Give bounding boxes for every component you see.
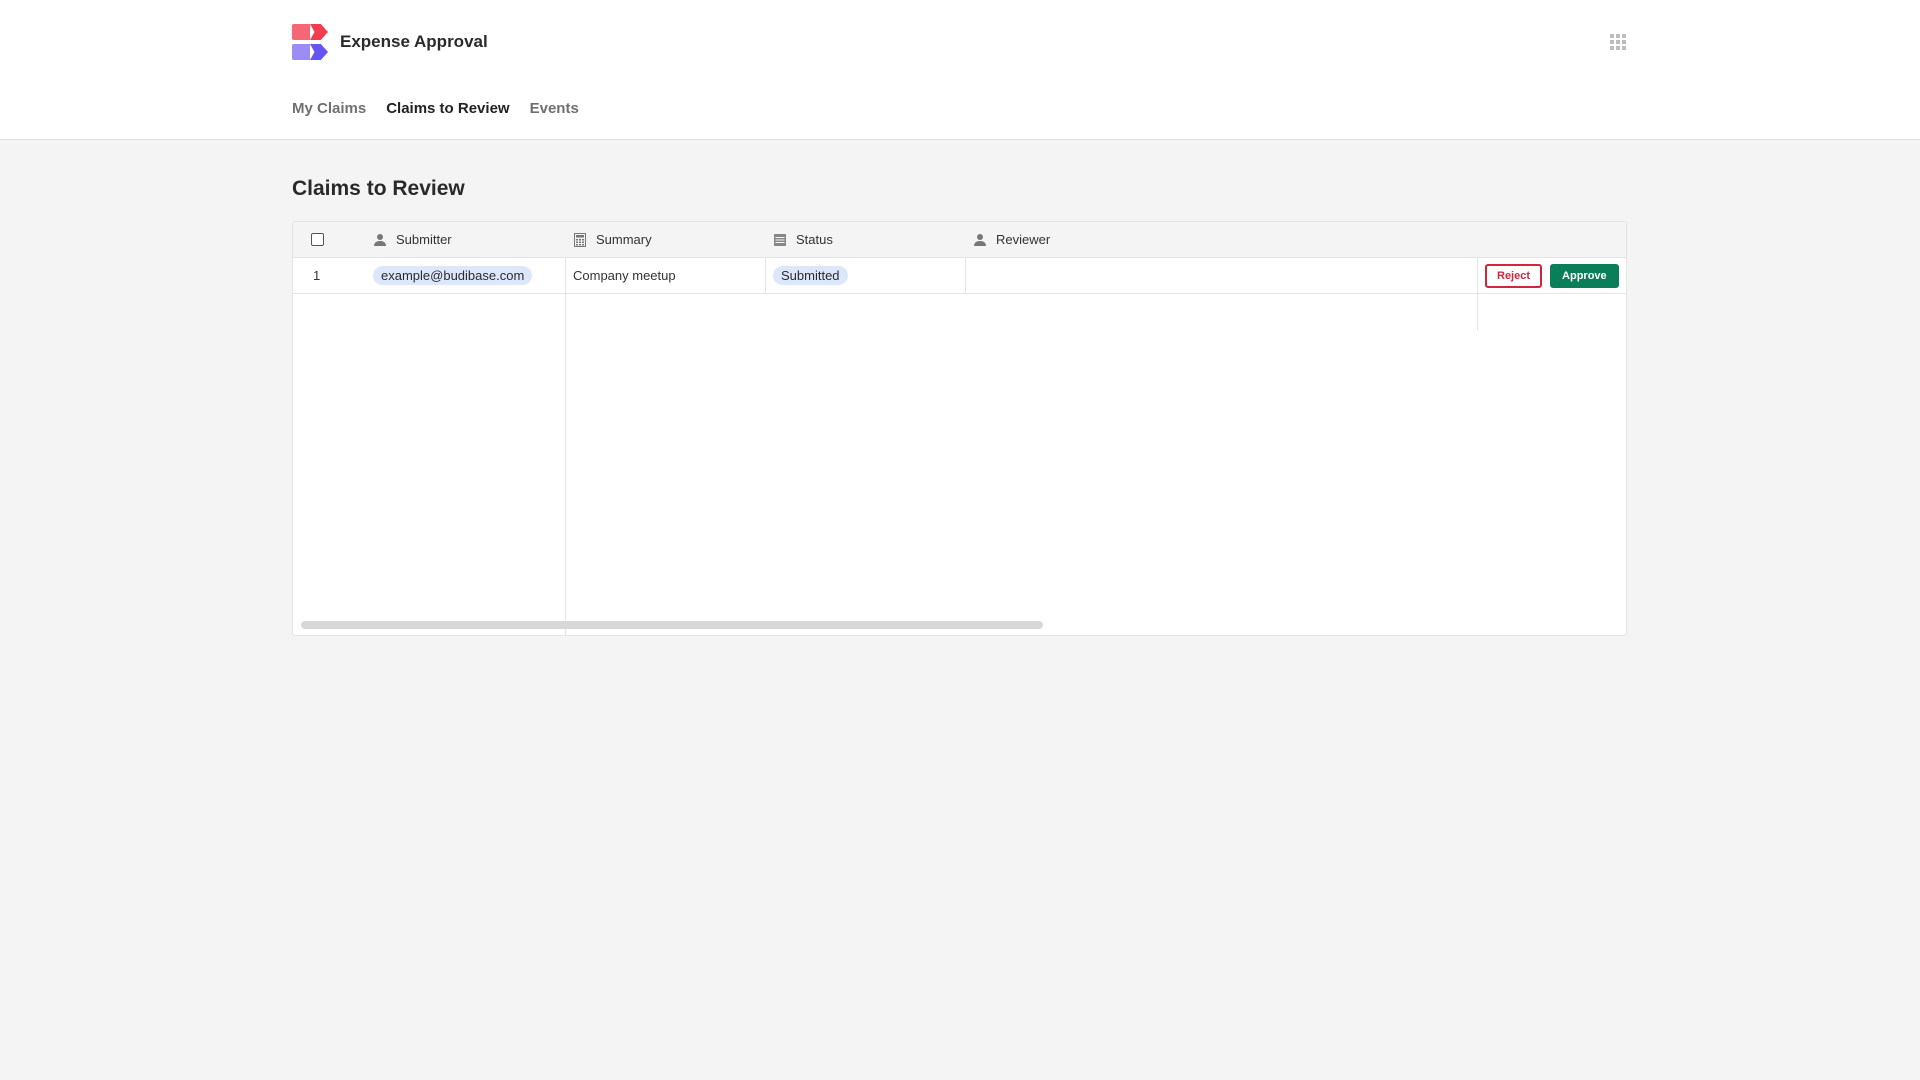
column-label: Summary	[596, 232, 652, 247]
table-row[interactable]: 1 example@budibase.com Company meetup Su…	[293, 258, 1626, 294]
header-select-cell	[311, 222, 324, 257]
column-label: Submitter	[396, 232, 452, 247]
brand[interactable]: Expense Approval	[292, 24, 488, 60]
submitter-cell[interactable]: example@budibase.com	[373, 258, 533, 293]
column-header-submitter[interactable]: Submitter	[373, 222, 452, 257]
main-nav: My Claims Claims to Review Events	[292, 100, 579, 117]
column-header-summary[interactable]: Summary	[573, 222, 652, 257]
app-header: Expense Approval My Claims Claims to Rev…	[0, 0, 1920, 140]
status-cell[interactable]: Submitted	[773, 258, 848, 293]
summary-cell[interactable]: Company meetup	[573, 258, 676, 293]
column-label: Status	[796, 232, 833, 247]
nav-events[interactable]: Events	[530, 100, 579, 117]
reviewer-cell[interactable]	[973, 258, 1473, 293]
page-title: Claims to Review	[292, 177, 465, 200]
reject-button[interactable]: Reject	[1485, 263, 1543, 288]
row-actions: Reject Approve	[1485, 258, 1619, 293]
nav-claims-to-review[interactable]: Claims to Review	[386, 100, 509, 117]
column-label: Reviewer	[996, 232, 1051, 247]
budibase-logo-icon	[292, 24, 328, 60]
calculator-icon	[574, 232, 586, 247]
submitter-pill: example@budibase.com	[373, 266, 533, 285]
column-header-status[interactable]: Status	[773, 222, 833, 257]
claims-table: Submitter Summary Status Reviewer 1 exam…	[292, 221, 1627, 636]
user-icon	[374, 233, 386, 246]
table-header: Submitter Summary Status Reviewer	[293, 222, 1626, 258]
status-badge: Submitted	[773, 266, 848, 285]
row-index: 1	[313, 268, 321, 283]
nav-my-claims[interactable]: My Claims	[292, 100, 366, 117]
approve-button[interactable]: Approve	[1550, 263, 1619, 288]
select-all-checkbox[interactable]	[311, 233, 324, 246]
column-header-reviewer[interactable]: Reviewer	[973, 222, 1050, 257]
horizontal-scrollbar[interactable]	[301, 621, 1043, 629]
grid-dots-icon[interactable]	[1610, 34, 1626, 50]
user-icon	[974, 233, 986, 246]
list-icon	[774, 233, 786, 246]
app-title: Expense Approval	[340, 32, 488, 51]
